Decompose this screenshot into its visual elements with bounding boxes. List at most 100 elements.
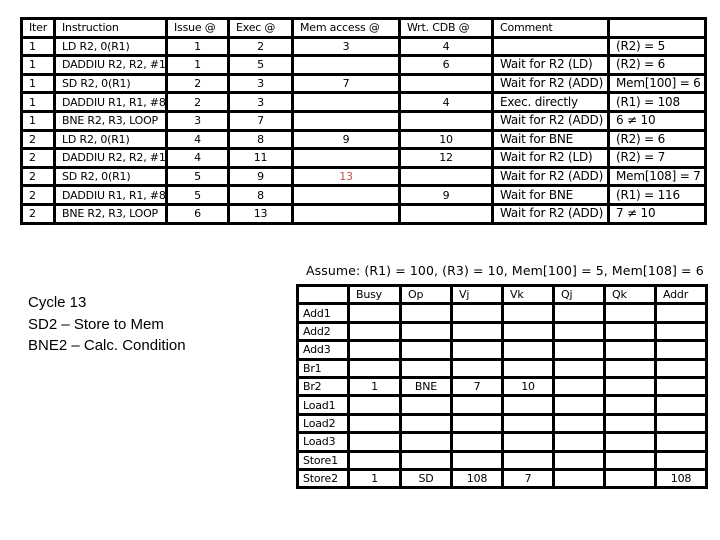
rs-cell-vj [450,449,504,471]
header-vk: Vk [501,283,555,306]
rs-cell-vj [450,357,504,379]
rs-cell-name: Br2 [296,375,350,398]
cell-issue: 5 [165,184,230,206]
rs-cell-name: Load3 [296,431,350,453]
rs-row: Add2 [296,320,708,343]
rs-cell-name: Load1 [296,394,350,416]
cell-iter: 1 [20,91,56,113]
rs-cell-op [399,339,453,361]
cell-instruction: SD R2, 0(R1) [53,72,168,95]
cell-mem [291,184,401,206]
schedule-row: 1 DADDIU R1, R1, #8 2 3 4 Exec. directly (R1) … [20,91,707,113]
cell-instruction: DADDIU R2, R2, #1 [53,54,168,76]
rs-cell-name: Store2 [296,467,350,490]
rs-cell-name: Add3 [296,339,350,361]
rs-cell-qk [603,320,657,343]
rs-cell-qj [552,431,606,453]
cell-iter: 1 [20,54,56,76]
cell-instruction: LD R2, 0(R1) [53,128,168,151]
rs-cell-addr [654,357,708,379]
reservation-station-table: Busy Op Vj Vk Qj Qk Addr Add1 Add2 Add3 Br1 Br2 1 BNE… [296,283,708,490]
cell-cdb: 4 [398,35,494,58]
header-comment: Comment [491,17,610,39]
rs-cell-name: Add1 [296,302,350,324]
cell-comment: Exec. directly [491,91,610,113]
cell-issue: 4 [165,128,230,151]
rs-cell-qj [552,394,606,416]
cell-result: (R2) = 6 [607,54,707,76]
cell-exec: 5 [227,54,294,76]
cell-exec: 8 [227,184,294,206]
rs-cell-name: Br1 [296,357,350,379]
rs-cell-vk [501,412,555,435]
rs-cell-busy [347,339,402,361]
cell-iter: 2 [20,147,56,169]
cell-comment: Wait for BNE [491,128,610,151]
rs-cell-op [399,431,453,453]
cell-cdb: 9 [398,184,494,206]
rs-cell-qj [552,339,606,361]
rs-cell-busy: 1 [347,375,402,398]
rs-cell-qk [603,431,657,453]
rs-row: Store2 1 SD 108 7 108 [296,467,708,490]
cell-issue: 1 [165,35,230,58]
rs-cell-busy [347,412,402,435]
rs-cell-name: Load2 [296,412,350,435]
cell-issue: 2 [165,72,230,95]
note-line: BNE2 – Calc. Condition [28,337,186,354]
rs-row: Load3 [296,431,708,453]
cell-result: 7 ≠ 10 [607,202,707,225]
cell-result: (R2) = 5 [607,35,707,58]
rs-cell-qk [603,357,657,379]
rs-cell-busy [347,302,402,324]
rs-cell-addr [654,375,708,398]
rs-cell-addr [654,339,708,361]
rs-row: Br2 1 BNE 7 10 [296,375,708,398]
rs-cell-addr [654,320,708,343]
rs-cell-qj [552,449,606,471]
rs-cell-vk [501,302,555,324]
cell-cdb: 12 [398,147,494,169]
cell-instruction: LD R2, 0(R1) [53,35,168,58]
header-issue: Issue @ [165,17,230,39]
rs-cell-vj: 7 [450,375,504,398]
cell-mem [291,147,401,169]
rs-cell-addr [654,412,708,435]
note-line: SD2 – Store to Mem [28,315,164,333]
rs-cell-vj [450,394,504,416]
header-vj: Vj [450,283,504,306]
cell-mem [291,110,401,132]
rs-row: Add1 [296,302,708,324]
cell-issue: 6 [165,202,230,225]
rs-row: Store1 [296,449,708,471]
cell-instruction: SD R2, 0(R1) [53,165,168,188]
rs-cell-addr: 108 [654,467,708,490]
rs-cell-addr [654,394,708,416]
cell-issue: 1 [165,54,230,76]
schedule-row: 2 DADDIU R2, R2, #1 4 11 12 Wait for R2 (LD)(… [20,147,707,169]
rs-cell-qk [603,339,657,361]
rs-cell-vj: 108 [450,467,504,490]
rs-cell-qk [603,302,657,324]
rs-cell-vj [450,339,504,361]
rs-cell-vj [450,302,504,324]
schedule-row: 1 BNE R2, R3, LOOP 3 7 Wait for R2 (ADD) 6 ≠ … [20,110,707,132]
cell-comment: Wait for R2 (ADD) [491,72,610,95]
cell-mem [291,202,401,225]
rs-cell-qk [603,375,657,398]
rs-cell-addr [654,449,708,471]
schedule-row: 2 DADDIU R1, R1, #8 5 8 9 Wait for BNE (R1) = … [20,184,707,206]
schedule-row: 2 SD R2, 0(R1) 5 9 13 Wait for R2 (ADD) Mem[10… [20,165,707,188]
header-op: Op [399,283,453,306]
cell-cdb [398,202,494,225]
cell-result: 6 ≠ 10 [607,110,707,132]
cell-mem: 9 [291,128,401,151]
rs-cell-op [399,320,453,343]
rs-cell-op: SD [399,467,453,490]
cell-exec: 8 [227,128,294,151]
rs-cell-op [399,302,453,324]
cell-mem: 3 [291,35,401,58]
schedule-row: 1 DADDIU R2, R2, #1 1 5 6 Wait for R2 (LD) (R2… [20,54,707,76]
cell-comment: Wait for BNE [491,184,610,206]
header-busy: Busy [347,283,402,306]
